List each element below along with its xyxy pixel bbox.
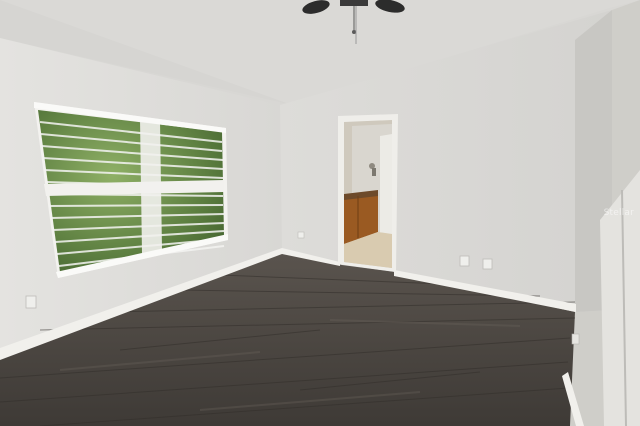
outlet-right xyxy=(571,333,580,345)
outlet-back-small xyxy=(297,231,305,239)
room-drawing xyxy=(0,0,640,426)
watermark-text: Stellar xyxy=(603,208,634,218)
room-photo: Stellar xyxy=(0,0,640,426)
outlet-back-1 xyxy=(459,255,470,267)
doorway xyxy=(338,114,398,272)
outlet-left xyxy=(25,295,37,309)
outlet-back-2 xyxy=(482,258,493,270)
